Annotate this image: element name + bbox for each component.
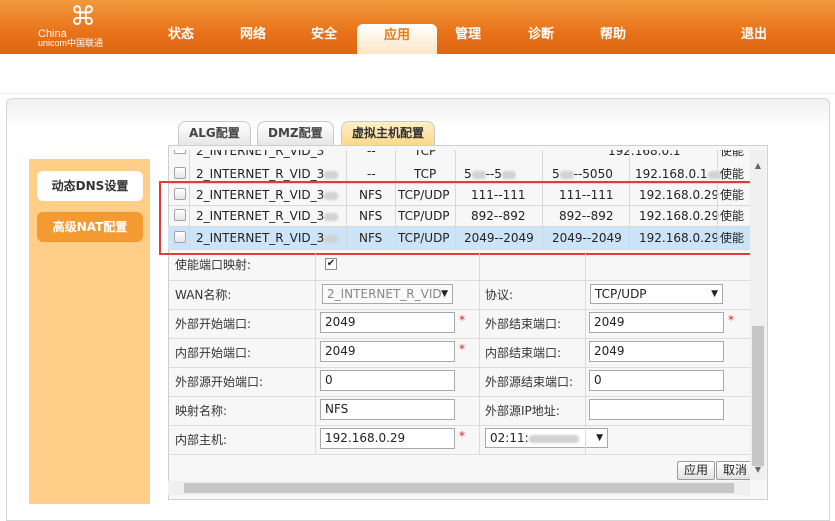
- nav-status[interactable]: 状态: [164, 20, 198, 54]
- nav-network[interactable]: 网络: [236, 20, 270, 54]
- src-ip-label: 外部源IP地址:: [485, 404, 560, 418]
- redacted-mark: [471, 170, 486, 179]
- scroll-down-icon[interactable]: ▼: [752, 464, 764, 476]
- ext-start-port-label: 外部开始端口:: [175, 317, 252, 331]
- enable-mapping-checkbox[interactable]: ✔: [325, 258, 337, 270]
- vertical-scrollbar[interactable]: ▲ ▼: [750, 150, 766, 480]
- required-mark: *: [728, 313, 734, 327]
- src-ip-input[interactable]: [589, 399, 724, 420]
- map-name-input[interactable]: NFS: [320, 399, 455, 420]
- nav-help[interactable]: 帮助: [596, 20, 630, 54]
- scroll-thumb[interactable]: [752, 326, 764, 466]
- china-unicom-logo: ⌘ China unicom中国联通: [36, 2, 126, 52]
- highlight-box: [159, 181, 766, 255]
- cell-name: --: [367, 150, 376, 158]
- tab-dmz[interactable]: DMZ配置: [257, 121, 334, 145]
- chevron-down-icon: ▼: [711, 289, 718, 299]
- scroll-up-icon[interactable]: ▲: [752, 160, 764, 172]
- row-checkbox[interactable]: [174, 150, 186, 154]
- required-mark: *: [459, 429, 465, 443]
- logo-line2: unicom中国联通: [38, 38, 104, 48]
- row-checkbox[interactable]: [174, 167, 186, 179]
- src-start-port-input[interactable]: 0: [320, 370, 455, 391]
- ext-start-port-input[interactable]: 2049: [320, 312, 455, 333]
- internal-host-input[interactable]: 192.168.0.29: [320, 428, 455, 449]
- tab-virtual-host[interactable]: 虚拟主机配置: [341, 121, 436, 145]
- nav-diagnostics[interactable]: 诊断: [524, 20, 558, 54]
- cell-host: 192.168.0.1: [608, 150, 681, 158]
- redacted-mark: [324, 170, 339, 179]
- int-end-port-label: 内部结束端口:: [485, 346, 562, 360]
- src-start-port-label: 外部源开始端口:: [175, 375, 264, 389]
- top-header: ⌘ China unicom中国联通 状态 网络 安全 应用 管理 诊断 帮助 …: [0, 0, 835, 54]
- map-name-label: 映射名称:: [175, 404, 228, 418]
- grid-line: [585, 252, 586, 454]
- cancel-button[interactable]: 取消: [716, 461, 755, 480]
- knot-icon: ⌘: [70, 2, 96, 32]
- int-end-port-input[interactable]: 2049: [589, 341, 724, 362]
- host-mac-select[interactable]: 02:11: ▼: [485, 428, 608, 448]
- cell-wan: 2_INTERNET_R_VID_3: [196, 150, 325, 158]
- nav-management[interactable]: 管理: [451, 20, 485, 54]
- ext-end-port-input[interactable]: 2049: [589, 312, 724, 333]
- sub-header-bar: [0, 54, 835, 94]
- form-row: [168, 454, 750, 455]
- nav-logout[interactable]: 退出: [737, 20, 771, 54]
- src-end-port-input[interactable]: 0: [589, 370, 724, 391]
- form-row: [168, 252, 750, 281]
- redacted-mark: [501, 170, 516, 179]
- cell-status: 使能: [720, 150, 745, 158]
- ext-end-port-label: 外部结束端口:: [485, 317, 562, 331]
- side-menu: 动态DNS设置 高级NAT配置: [29, 159, 150, 504]
- cell-protocol: TCP: [414, 150, 437, 158]
- chevron-down-icon: ▼: [596, 433, 603, 443]
- table-row-partial: 2_INTERNET_R_VID_3 -- TCP 192.168.0.1 使能: [168, 150, 750, 162]
- protocol-label: 协议:: [485, 288, 514, 302]
- internal-host-label: 内部主机:: [175, 433, 228, 447]
- apply-button[interactable]: 应用: [677, 461, 716, 480]
- int-start-port-label: 内部开始端口:: [175, 346, 252, 360]
- src-end-port-label: 外部源结束端口:: [485, 375, 574, 389]
- required-mark: *: [459, 313, 465, 327]
- tab-alg[interactable]: ALG配置: [178, 121, 251, 145]
- redacted-mark: [559, 170, 574, 179]
- sidebar-item-advanced-nat[interactable]: 高级NAT配置: [37, 212, 143, 242]
- nav-security[interactable]: 安全: [307, 20, 341, 54]
- nav-application[interactable]: 应用: [357, 24, 437, 54]
- int-start-port-input[interactable]: 2049: [320, 341, 455, 362]
- wan-name-select[interactable]: 2_INTERNET_R_VID ▼: [322, 284, 453, 304]
- redacted-mark: [528, 434, 579, 443]
- grid-line: [315, 252, 316, 454]
- scroll-thumb[interactable]: [184, 483, 734, 493]
- grid-line: [479, 252, 480, 454]
- sidebar-item-ddns[interactable]: 动态DNS设置: [37, 171, 143, 201]
- required-mark: *: [459, 342, 465, 356]
- protocol-select[interactable]: TCP/UDP ▼: [590, 284, 723, 304]
- wan-name-label: WAN名称:: [175, 288, 232, 302]
- horizontal-scrollbar[interactable]: [168, 481, 750, 495]
- enable-mapping-label: 使能端口映射:: [175, 258, 252, 272]
- chevron-down-icon: ▼: [441, 289, 448, 299]
